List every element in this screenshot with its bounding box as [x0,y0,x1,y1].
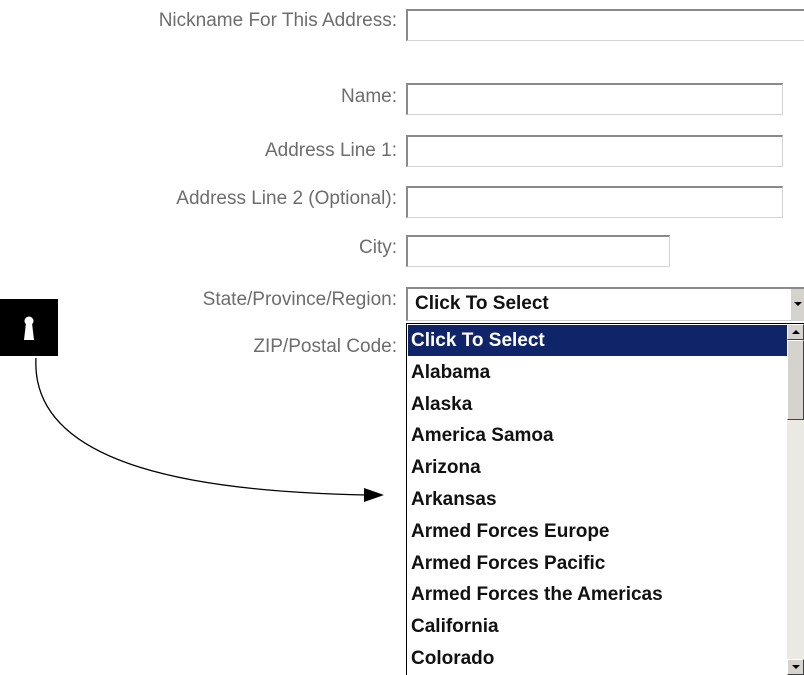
city-label: City: [359,237,397,258]
address-line-1-input[interactable] [406,135,783,167]
state-option[interactable]: California [408,611,787,642]
nickname-input[interactable] [406,9,804,41]
state-option[interactable]: America Samoa [408,420,787,451]
arrow-up-icon [792,330,800,334]
state-select-value: Click To Select [415,293,549,314]
address-line-2-input[interactable] [406,186,783,218]
state-option[interactable]: Alabama [408,357,787,388]
state-option[interactable]: Armed Forces Pacific [408,548,787,579]
name-label: Name: [341,86,397,107]
state-dropdown-list[interactable]: Click To Select Alabama Alaska America Samo… [406,323,804,675]
callout-badge [0,299,58,356]
state-option[interactable]: Colorado [408,643,787,674]
address-line-1-label: Address Line 1: [264,140,397,161]
keyhole-icon [24,316,34,340]
scroll-down-button[interactable] [787,659,804,675]
arrow-down-icon [792,665,800,669]
scroll-thumb[interactable] [787,340,804,420]
state-option[interactable]: Alaska [408,389,787,420]
state-option[interactable]: Armed Forces the Americas [408,579,787,610]
chevron-down-icon [794,302,802,306]
zip-label: ZIP/Postal Code: [253,336,397,357]
name-input[interactable] [406,83,783,115]
state-select[interactable]: Click To Select [406,287,804,321]
state-option[interactable]: Click To Select [408,325,787,356]
scroll-up-button[interactable] [787,324,804,340]
state-option[interactable]: Arkansas [408,484,787,515]
dropdown-scrollbar[interactable] [787,324,804,675]
state-option[interactable]: Armed Forces Europe [408,516,787,547]
address-line-2-label: Address Line 2 (Optional): [176,188,397,209]
city-input[interactable] [406,235,670,267]
state-option[interactable]: Arizona [408,452,787,483]
state-dropdown-button[interactable] [790,289,804,320]
nickname-label: Nickname For This Address: [158,10,397,31]
state-label: State/Province/Region: [202,289,397,310]
